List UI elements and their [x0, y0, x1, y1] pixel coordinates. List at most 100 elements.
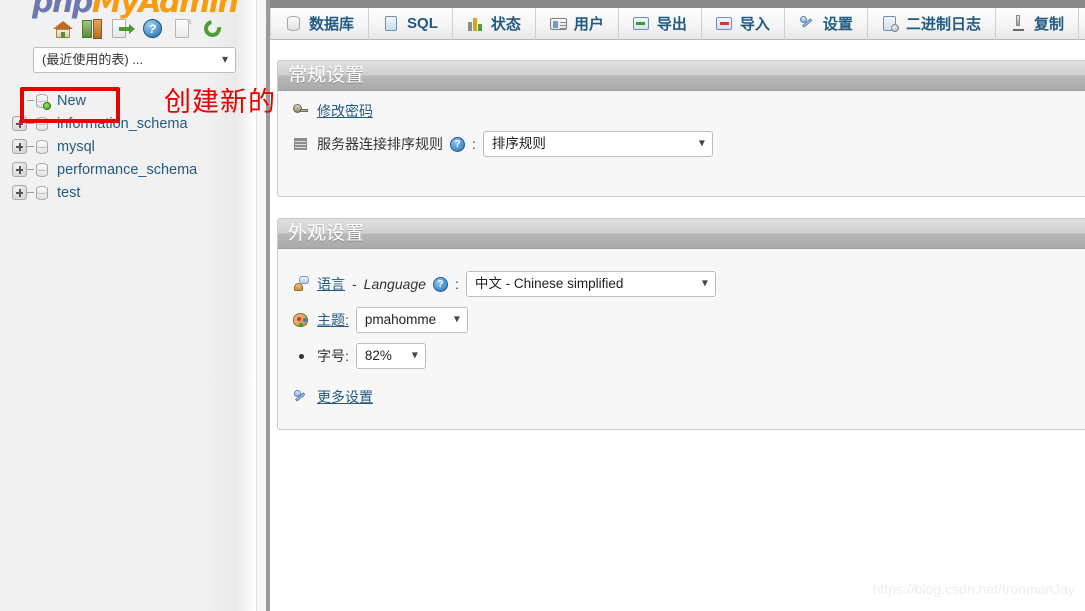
lines-icon [292, 135, 310, 153]
general-settings-panel: 常规设置 修改密码 服务器连接排序规则 ? : 排序规则 ▾ [277, 60, 1085, 197]
fontsize-select[interactable]: 82% ▾ [355, 343, 426, 369]
refresh-icon[interactable] [200, 16, 225, 41]
logo-admin-text: Admin [138, 0, 239, 20]
language-icon [292, 275, 310, 293]
tab-label: 复制 [1033, 16, 1064, 33]
status-bars-icon [467, 15, 484, 32]
replication-icon [1010, 15, 1027, 32]
database-tree-item[interactable]: mysql [12, 135, 252, 158]
chevron-down-icon: ▾ [698, 135, 705, 150]
language-dash: - [352, 276, 357, 292]
tab-label: 状态 [490, 16, 521, 33]
help-icon[interactable]: ? [432, 276, 448, 292]
tree-connector [27, 123, 34, 124]
language-select[interactable]: 中文 - Chinese simplified ▾ [465, 271, 716, 297]
language-value: 中文 - Chinese simplified [474, 276, 624, 291]
import-icon [715, 15, 733, 32]
language-label[interactable]: 语言 [317, 274, 345, 294]
help-icon[interactable] [142, 18, 164, 40]
expand-icon[interactable] [12, 162, 27, 177]
logo-my-text: My [91, 0, 140, 20]
binlog-icon [882, 15, 899, 32]
sidebar-nav-icons [52, 16, 225, 41]
home-icon[interactable] [52, 18, 74, 40]
main-tab-bar: 数据库 SQL 状态 用户 导出 导入 设置 二进制日志 复制 [270, 7, 1085, 40]
sql-page-icon [383, 15, 400, 32]
database-name-label: performance_schema [57, 161, 198, 178]
key-icon [292, 102, 310, 120]
expand-icon[interactable] [12, 139, 27, 154]
tree-connector [27, 192, 34, 193]
tab-label: 用户 [573, 16, 604, 33]
watermark: https://blog.csdn.net/IronmanJay [872, 581, 1075, 597]
wrench-icon [799, 15, 816, 32]
logo-php-text: php [32, 0, 93, 20]
change-password-link[interactable]: 修改密码 [317, 101, 373, 121]
user-card-icon [549, 15, 567, 32]
logout-icon[interactable] [82, 18, 104, 40]
recent-tables-value: (最近使用的表) ... [42, 52, 144, 67]
wrench-icon [292, 388, 310, 406]
theme-row: 主题: pmahomme ▾ [292, 307, 1085, 333]
database-icon [285, 15, 302, 32]
general-settings-body: 修改密码 服务器连接排序规则 ? : 排序规则 ▾ [278, 91, 1085, 179]
tab-label: 设置 [822, 16, 853, 33]
tab-import[interactable]: 导入 [702, 7, 785, 40]
server-collation-select[interactable]: 排序规则 ▾ [482, 131, 713, 157]
chevron-down-icon: ▾ [453, 311, 460, 326]
bullet-icon [292, 347, 310, 365]
phpmyadmin-logo[interactable]: phpMyAdmin [32, 0, 242, 20]
database-tree-item[interactable]: performance_schema [12, 158, 252, 181]
colon-separator: : [454, 276, 459, 292]
tab-sql-page[interactable]: SQL [369, 7, 453, 40]
documentation-icon[interactable] [172, 18, 194, 40]
database-name-label: New [57, 92, 87, 109]
recent-tables-select[interactable]: (最近使用的表) ... ▾ [33, 47, 236, 73]
tab-user-card[interactable]: 用户 [536, 7, 619, 40]
appearance-settings-panel: 外观设置 语言 - Language ? : 中文 - Chinese simp… [277, 218, 1085, 430]
export-icon [632, 15, 650, 32]
server-collation-value: 排序规则 [491, 136, 546, 151]
database-tree-item[interactable]: test [12, 181, 252, 204]
language-row: 语言 - Language ? : 中文 - Chinese simplifie… [292, 271, 1085, 297]
server-collation-row: 服务器连接排序规则 ? : 排序规则 ▾ [292, 131, 1085, 157]
fontsize-value: 82% [364, 348, 392, 363]
tree-connector [27, 169, 34, 170]
appearance-settings-title: 外观设置 [278, 219, 1085, 249]
theme-select[interactable]: pmahomme ▾ [355, 307, 468, 333]
tab-label: 二进制日志 [905, 16, 981, 33]
tab-label: 导入 [739, 16, 770, 33]
server-collation-label: 服务器连接排序规则 [317, 136, 443, 152]
colon-separator: : [472, 136, 476, 152]
theme-value: pmahomme [364, 312, 437, 327]
more-settings-row: 更多设置 [292, 387, 1085, 407]
appearance-settings-body: 语言 - Language ? : 中文 - Chinese simplifie… [278, 249, 1085, 429]
tab-export[interactable]: 导出 [619, 7, 702, 40]
fontsize-row: 字号: 82% ▾ [292, 343, 1085, 369]
phpmyadmin-window: phpMyAdmin (最近使用的表) ... ▾ Newinformation… [0, 0, 1085, 611]
database-name-label: mysql [57, 138, 95, 155]
fontsize-label: 字号: [317, 348, 349, 364]
chevron-down-icon: ▾ [701, 275, 708, 290]
tree-connector [27, 146, 34, 147]
language-label-en: Language [363, 276, 426, 292]
database-name-label: test [57, 184, 81, 201]
external-link-icon[interactable] [112, 18, 135, 40]
help-icon[interactable]: ? [450, 136, 465, 152]
tree-connector [27, 100, 34, 101]
expand-icon[interactable] [12, 116, 27, 131]
expand-icon[interactable] [12, 185, 27, 200]
theme-label[interactable]: 主题: [317, 310, 349, 330]
database-icon [34, 116, 50, 132]
chevron-down-icon: ▾ [221, 51, 228, 66]
tab-status-bars[interactable]: 状态 [453, 7, 536, 40]
palette-icon [292, 311, 310, 329]
more-settings-link[interactable]: 更多设置 [317, 387, 373, 407]
tab-replication[interactable]: 复制 [996, 7, 1079, 40]
tab-wrench[interactable]: 设置 [785, 7, 868, 40]
tab-binlog[interactable]: 二进制日志 [868, 7, 996, 40]
new-database-icon [34, 93, 51, 110]
database-icon [34, 185, 50, 201]
tab-database[interactable]: 数据库 [270, 7, 370, 40]
tab-label: SQL [407, 15, 438, 32]
